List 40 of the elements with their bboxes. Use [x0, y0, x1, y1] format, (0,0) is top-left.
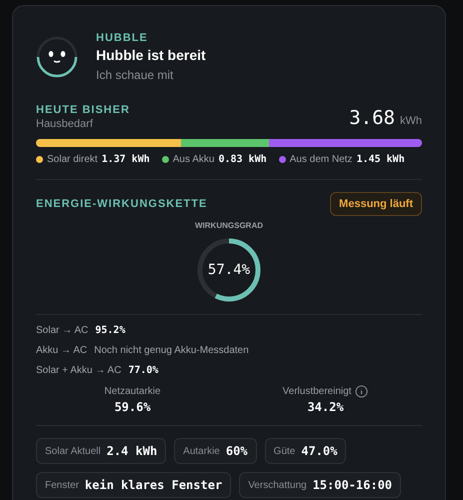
- legend-label: Aus dem Netz: [290, 152, 352, 166]
- eyebrow-label: HUBBLE: [96, 31, 149, 46]
- chip-value: 60%: [226, 443, 248, 460]
- chip-value: 2.4 kWh: [106, 443, 158, 460]
- gauge-value: 57.4%: [208, 260, 250, 280]
- chain-note: Noch nicht genug Akku-Messdaten: [94, 344, 249, 358]
- smiley-face-icon: [36, 36, 78, 78]
- stat-label: Verlustbereinigt: [282, 384, 352, 398]
- stat-value: 59.6%: [114, 399, 151, 416]
- legend-label: Solar direkt: [47, 152, 98, 166]
- legend-value: 1.45 kWh: [356, 152, 405, 166]
- gauge-ring: [195, 236, 263, 304]
- legend-label: Aus Akku: [172, 152, 214, 166]
- chain-label: Akku → AC: [36, 344, 88, 358]
- chain-value: 95.2%: [95, 324, 126, 338]
- chain-label: Solar + Akku → AC: [36, 364, 122, 378]
- legend-value: 1.37 kWh: [102, 152, 150, 166]
- chip-value: kein klares Fenster: [84, 477, 222, 494]
- status-badge: Messung läuft: [330, 192, 422, 216]
- status-title: Hubble ist bereit: [96, 46, 206, 64]
- chip-label: Solar Aktuell: [45, 444, 101, 458]
- chain-value: 77.0%: [128, 364, 158, 378]
- gauge-label: WIRKUNGSGRAD: [195, 220, 263, 232]
- chain-label: Solar → AC: [36, 324, 88, 338]
- chip-label: Fenster: [45, 478, 79, 492]
- chip-label: Güte: [274, 444, 296, 458]
- chip-label: Verschattung: [248, 478, 307, 492]
- legend-value: 0.83 kWh: [218, 152, 267, 166]
- chip-value: 47.0%: [301, 443, 338, 460]
- status-subtitle: Ich schaue mit: [96, 67, 174, 84]
- info-icon[interactable]: [355, 384, 368, 398]
- chip-value: 15:00-16:00: [312, 477, 392, 494]
- total-value: 3.68: [349, 106, 395, 131]
- section-title: ENERGIE-WIRKUNGSKETTE: [36, 196, 208, 212]
- stat-label: Netzautarkie: [104, 384, 161, 398]
- section-subtitle: Hausbedarf: [36, 118, 94, 132]
- section-title: HEUTE BISHER: [36, 104, 130, 118]
- chip-label: Autarkie: [183, 444, 220, 458]
- unit-label: kWh: [400, 114, 422, 129]
- stat-value: 34.2%: [307, 399, 344, 416]
